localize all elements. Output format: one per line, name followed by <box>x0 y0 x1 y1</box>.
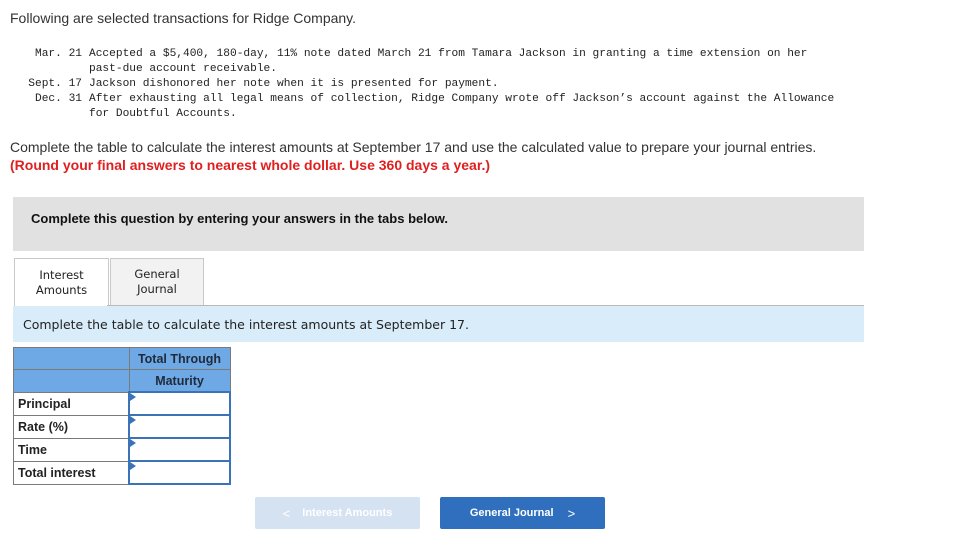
prev-tab-label: Interest Amounts <box>302 507 393 519</box>
tab-instructions-panel: Complete the table to calculate the inte… <box>13 306 864 342</box>
transaction-date: Dec. 31 <box>35 93 82 105</box>
header-row: Total Through <box>13 347 231 370</box>
tab-label-line1: Interest <box>39 268 84 282</box>
table-row: Time <box>13 437 231 462</box>
chevron-left-icon: < <box>282 505 291 521</box>
table-row: Total interest <box>13 460 231 485</box>
input-marker-icon <box>130 439 136 447</box>
tab-interest-amounts[interactable]: Interest Amounts <box>14 258 109 307</box>
input-marker-icon <box>130 462 136 470</box>
next-tab-button[interactable]: General Journal > <box>440 497 605 529</box>
column-header: Maturity <box>128 369 231 393</box>
transaction-item: Sept. 17 Jackson dishonored her note whe… <box>10 77 959 92</box>
principal-input[interactable] <box>130 394 229 413</box>
column-header: Total Through <box>128 347 231 370</box>
row-label-rate: Rate (%) <box>13 414 130 439</box>
header-empty-cell <box>13 347 130 370</box>
transaction-item: Mar. 21 Accepted a $5,400, 180-day, 11% … <box>10 47 959 77</box>
time-input[interactable] <box>130 440 229 459</box>
tab-general-journal[interactable]: General Journal <box>110 258 204 305</box>
chevron-right-icon: > <box>567 505 576 521</box>
banner-text: Complete this question by entering your … <box>31 211 449 226</box>
intro-text: Following are selected transactions for … <box>10 10 357 26</box>
instructions: Complete the table to calculate the inte… <box>10 139 817 155</box>
total-interest-cell <box>128 460 231 485</box>
row-label-total-interest: Total interest <box>13 460 130 485</box>
header-row: Maturity <box>13 369 231 393</box>
tab-instructions: Complete the table to calculate the inte… <box>23 317 469 332</box>
time-cell <box>128 437 231 462</box>
rate-cell <box>128 414 231 439</box>
prev-tab-button[interactable]: < Interest Amounts <box>255 497 420 529</box>
rounding-instructions: (Round your final answers to nearest who… <box>10 157 491 173</box>
input-marker-icon <box>130 393 136 401</box>
row-label-time: Time <box>13 437 130 462</box>
transaction-text: Accepted a $5,400, 180-day, 11% note dat… <box>89 48 808 75</box>
rate-input[interactable] <box>130 417 229 436</box>
transaction-text: Jackson dishonored her note when it is p… <box>89 78 499 90</box>
row-label-principal: Principal <box>13 391 130 416</box>
transaction-item: Dec. 31 After exhausting all legal means… <box>10 92 959 122</box>
tab-label-line2: Amounts <box>35 283 88 297</box>
header-empty-cell <box>13 369 130 393</box>
tab-label-line2: Journal <box>137 282 177 296</box>
next-tab-label: General Journal <box>469 507 554 519</box>
table-row: Principal <box>13 391 231 416</box>
transaction-date: Mar. 21 <box>35 48 82 60</box>
total-interest-input[interactable] <box>130 463 229 482</box>
input-marker-icon <box>130 416 136 424</box>
table-row: Rate (%) <box>13 414 231 439</box>
tab-label-line1: General <box>134 267 180 281</box>
principal-cell <box>128 391 231 416</box>
transaction-date: Sept. 17 <box>28 78 82 90</box>
transactions-list: Mar. 21 Accepted a $5,400, 180-day, 11% … <box>10 47 959 122</box>
tab-bar: Interest Amounts General Journal <box>14 258 204 307</box>
question-banner: Complete this question by entering your … <box>13 197 864 251</box>
transaction-text: After exhausting all legal means of coll… <box>89 93 835 120</box>
interest-table: Total Through Maturity Principal Rate (%… <box>13 347 231 485</box>
